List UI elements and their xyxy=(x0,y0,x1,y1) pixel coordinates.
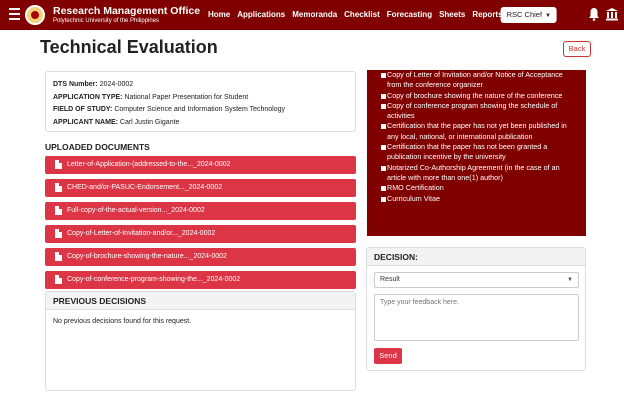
file-icon xyxy=(55,275,62,284)
file-icon xyxy=(55,160,62,169)
nav-home[interactable]: Home xyxy=(208,10,230,19)
document-name: Copy-of-conference-program-showing-the..… xyxy=(67,276,241,283)
university-logo[interactable] xyxy=(25,5,45,25)
chevron-down-icon: ▼ xyxy=(567,277,573,283)
feedback-textarea[interactable] xyxy=(374,294,579,341)
menu-icon[interactable] xyxy=(9,8,20,20)
nav-sheets[interactable]: Sheets xyxy=(439,10,465,19)
document-name: Copy-of-brochure-showing-the-nature..._2… xyxy=(67,253,227,260)
name-label: APPLICANT NAME: xyxy=(53,118,118,126)
brand-subtitle: Polytechnic University of the Philippine… xyxy=(53,18,160,24)
page-title: Technical Evaluation xyxy=(40,37,218,57)
field-row: FIELD OF STUDY: Computer Science and Inf… xyxy=(53,104,348,117)
document-name: CHED-and/or-PASUC-Endorsement..._2024-00… xyxy=(67,184,223,191)
decision-card: DECISION: Result ▼ Send xyxy=(366,247,586,371)
file-icon xyxy=(55,183,62,192)
document-link[interactable]: Copy-of-brochure-showing-the-nature..._2… xyxy=(45,248,356,266)
document-name: Letter-of-Application-(addressed-to-the.… xyxy=(67,161,231,168)
document-link[interactable]: Full-copy-of-the-actual-version..._2024-… xyxy=(45,202,356,220)
previous-decisions-empty: No previous decisions found for this req… xyxy=(53,318,192,325)
file-icon xyxy=(55,252,62,261)
requirement-item: Notarized Co-Authorship Agreement (in th… xyxy=(381,163,578,184)
requirement-item: Copy of brochure showing the nature of t… xyxy=(381,91,578,101)
previous-decisions-card: PREVIOUS DECISIONS No previous decisions… xyxy=(45,291,356,391)
document-link[interactable]: Letter-of-Application-(addressed-to-the.… xyxy=(45,156,356,174)
application-info-card: DTS Number: 2024-0002 APPLICATION TYPE: … xyxy=(45,71,356,132)
file-icon xyxy=(55,229,62,238)
brand-title: Research Management Office xyxy=(53,5,201,17)
dts-row: DTS Number: 2024-0002 xyxy=(53,79,348,92)
result-select[interactable]: Result ▼ xyxy=(374,272,579,288)
nav-applications[interactable]: Applications xyxy=(237,10,285,19)
name-row: APPLICANT NAME: Carl Justin Gigante xyxy=(53,117,348,130)
chevron-down-icon: ▼ xyxy=(545,13,551,19)
type-label: APPLICATION TYPE: xyxy=(53,93,123,101)
name-value: Carl Justin Gigante xyxy=(119,118,180,126)
file-icon xyxy=(55,206,62,215)
document-link[interactable]: CHED-and/or-PASUC-Endorsement..._2024-00… xyxy=(45,179,356,197)
dts-label: DTS Number: xyxy=(53,81,98,88)
requirement-item: Curriculum Vitae xyxy=(381,194,578,204)
result-select-value: Result xyxy=(380,276,400,283)
uploaded-documents-heading: UPLOADED DOCUMENTS xyxy=(45,142,150,152)
document-link[interactable]: Copy-of-Letter-of-Invitation-and/or..._2… xyxy=(45,225,356,243)
nav-forecasting[interactable]: Forecasting xyxy=(387,10,432,19)
nav-memoranda[interactable]: Memoranda xyxy=(292,10,337,19)
requirement-item: RMO Certification xyxy=(381,183,578,193)
nav-reports[interactable]: Reports xyxy=(472,10,502,19)
institution-icon[interactable] xyxy=(605,7,619,21)
dts-value: 2024-0002 xyxy=(99,81,134,88)
main-nav: Home Applications Memoranda Checklist Fo… xyxy=(208,10,503,19)
nav-checklist[interactable]: Checklist xyxy=(344,10,380,19)
type-value: National Paper Presentation for Student xyxy=(124,93,249,101)
role-label: RSC Chief xyxy=(506,10,543,19)
send-button[interactable]: Send xyxy=(374,348,402,364)
document-name: Full-copy-of-the-actual-version..._2024-… xyxy=(67,207,205,214)
field-value: Computer Science and Information System … xyxy=(114,106,286,113)
requirement-item: Certification that the paper has not bee… xyxy=(381,142,578,163)
type-row: APPLICATION TYPE: National Paper Present… xyxy=(53,92,348,105)
role-dropdown[interactable]: RSC Chief ▼ xyxy=(500,7,557,23)
previous-decisions-heading: PREVIOUS DECISIONS xyxy=(46,292,355,310)
bell-icon[interactable] xyxy=(588,7,600,21)
requirement-item: Certification that the paper has not yet… xyxy=(381,121,578,142)
requirement-item: Copy of conference program showing the s… xyxy=(381,101,578,122)
top-navbar: Research Management Office Polytechnic U… xyxy=(0,0,624,30)
back-button[interactable]: Back xyxy=(563,41,591,57)
requirement-item: Copy of Letter of Invitation and/or Noti… xyxy=(381,70,578,91)
requirements-panel: Copy of Letter of Invitation and/or Noti… xyxy=(367,70,586,236)
field-label: FIELD OF STUDY: xyxy=(53,106,113,113)
brand[interactable]: Research Management Office Polytechnic U… xyxy=(53,6,200,25)
document-name: Copy-of-Letter-of-Invitation-and/or..._2… xyxy=(67,230,216,237)
document-link[interactable]: Copy-of-conference-program-showing-the..… xyxy=(45,271,356,289)
decision-heading: DECISION: xyxy=(367,248,585,266)
